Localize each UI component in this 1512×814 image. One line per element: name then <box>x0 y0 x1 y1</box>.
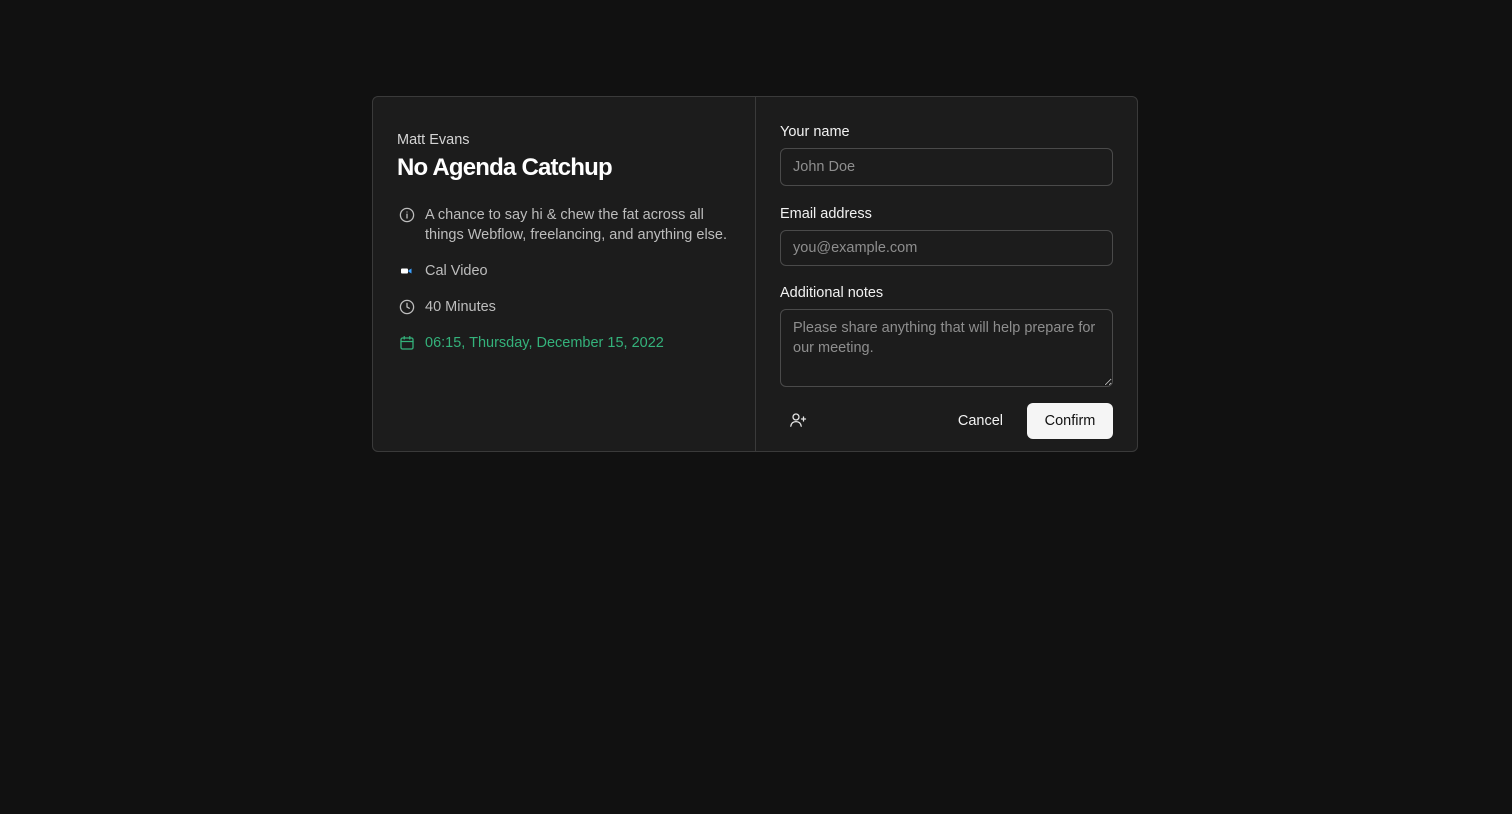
cal-video-icon <box>397 261 417 281</box>
event-description-row: A chance to say hi & chew the fat across… <box>397 205 731 245</box>
user-plus-icon <box>789 411 807 432</box>
event-datetime-row: 06:15, Thursday, December 15, 2022 <box>397 333 731 353</box>
event-datetime: 06:15, Thursday, December 15, 2022 <box>425 335 664 351</box>
email-label: Email address <box>780 206 872 222</box>
email-field[interactable] <box>780 230 1113 266</box>
form-actions: Cancel Confirm <box>780 403 1113 439</box>
event-title: No Agenda Catchup <box>397 154 613 181</box>
cancel-button[interactable]: Cancel <box>942 403 1019 439</box>
name-label: Your name <box>780 124 850 140</box>
add-guest-button[interactable] <box>780 403 816 439</box>
event-location-row: Cal Video <box>397 261 731 281</box>
notes-label: Additional notes <box>780 285 884 301</box>
booking-card: Matt Evans No Agenda Catchup A chance to… <box>372 96 1138 452</box>
calendar-icon <box>397 333 417 353</box>
event-description: A chance to say hi & chew the fat across… <box>425 207 728 243</box>
confirm-button[interactable]: Confirm <box>1027 403 1113 439</box>
clock-icon <box>397 297 417 317</box>
name-field[interactable] <box>780 148 1113 186</box>
event-location: Cal Video <box>425 263 488 279</box>
organizer-name: Matt Evans <box>397 132 470 148</box>
event-details-panel: Matt Evans No Agenda Catchup A chance to… <box>373 97 756 451</box>
event-duration: 40 Minutes <box>425 299 496 315</box>
info-icon <box>397 205 417 225</box>
event-meta-list: A chance to say hi & chew the fat across… <box>397 205 731 353</box>
booking-form: Your name Email address Additional notes… <box>756 97 1137 451</box>
notes-textarea[interactable] <box>780 309 1113 387</box>
event-duration-row: 40 Minutes <box>397 297 731 317</box>
